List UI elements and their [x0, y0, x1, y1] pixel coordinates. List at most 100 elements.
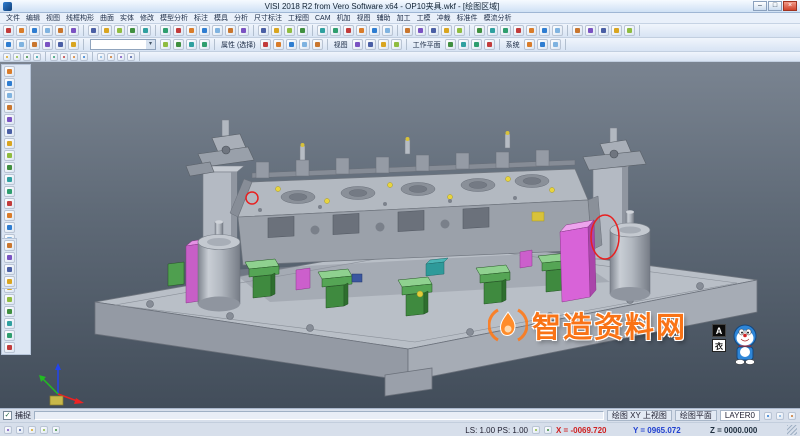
toolbar-icon[interactable] [537, 39, 548, 50]
toolbar-icon[interactable] [160, 39, 171, 50]
menu-item[interactable]: 视图 [43, 13, 63, 23]
toolbar-icon[interactable] [42, 25, 53, 36]
close-button[interactable]: × [783, 1, 797, 11]
toolbar-icon[interactable] [471, 39, 482, 50]
toolbar-icon[interactable] [4, 138, 15, 149]
toolbar-icon[interactable] [50, 53, 58, 61]
toolbar-icon[interactable] [458, 39, 469, 50]
toolbar-icon[interactable] [4, 174, 15, 185]
toolbar-icon[interactable] [764, 412, 772, 420]
menu-item[interactable]: 线框构形 [63, 13, 97, 23]
toolbar-icon[interactable] [42, 39, 53, 50]
toolbar-icon[interactable] [4, 264, 15, 275]
toolbar-icon[interactable] [140, 25, 151, 36]
toolbar-icon[interactable] [186, 25, 197, 36]
toolbar-icon[interactable] [624, 25, 635, 36]
toolbar-icon[interactable] [415, 25, 426, 36]
toolbar-icon[interactable] [428, 25, 439, 36]
toolbar-icon[interactable] [441, 25, 452, 36]
menu-item[interactable]: 辅助 [374, 13, 394, 23]
toolbar-icon[interactable] [297, 25, 308, 36]
toolbar-icon[interactable] [544, 426, 552, 434]
menu-item[interactable]: 标注 [191, 13, 211, 23]
helper-button-cloth[interactable]: 衣 [712, 339, 726, 352]
toolbar-icon[interactable] [317, 25, 328, 36]
toolbar-icon[interactable] [4, 66, 15, 77]
toolbar-icon[interactable] [284, 25, 295, 36]
toolbar-icon[interactable] [312, 39, 323, 50]
toolbar-icon[interactable] [550, 39, 561, 50]
toolbar-icon[interactable] [101, 25, 112, 36]
menu-item[interactable]: 机加 [334, 13, 354, 23]
toolbar-icon[interactable] [454, 25, 465, 36]
menu-item[interactable]: 工模 [414, 13, 434, 23]
toolbar-icon[interactable] [70, 53, 78, 61]
toolbar-icon[interactable] [4, 240, 15, 251]
toolbar-icon[interactable] [127, 25, 138, 36]
toolbar-icon[interactable] [199, 39, 210, 50]
toolbar-icon[interactable] [500, 25, 511, 36]
menu-item[interactable]: 视图 [354, 13, 374, 23]
toolbar-icon[interactable] [271, 25, 282, 36]
toolbar-icon[interactable] [585, 25, 596, 36]
toolbar-icon[interactable] [611, 25, 622, 36]
menu-item[interactable]: 标准件 [454, 13, 481, 23]
toolbar-icon[interactable] [4, 102, 15, 113]
viewport-3d[interactable]: 智造资料网 A 衣 [0, 62, 800, 408]
toolbar-icon[interactable] [107, 53, 115, 61]
workplane-button[interactable]: 绘图平面 [675, 410, 717, 421]
toolbar-icon[interactable] [3, 39, 14, 50]
toolbar-icon[interactable] [365, 39, 376, 50]
toolbar-icon[interactable] [4, 78, 15, 89]
toolbar-icon[interactable] [4, 342, 15, 353]
toolbar-icon[interactable] [4, 294, 15, 305]
menu-item[interactable]: 分析 [231, 13, 251, 23]
viewport-3d-model[interactable] [0, 62, 800, 408]
toolbar-icon[interactable] [532, 426, 540, 434]
toolbar-icon[interactable] [299, 39, 310, 50]
toolbar-icon[interactable] [114, 25, 125, 36]
toolbar-icon[interactable] [4, 276, 15, 287]
toolbar-icon[interactable] [526, 25, 537, 36]
toolbar-icon[interactable] [484, 39, 495, 50]
toolbar-icon[interactable] [378, 39, 389, 50]
toolbar-icon[interactable] [28, 426, 36, 434]
toolbar-icon[interactable] [539, 25, 550, 36]
toolbar-icon[interactable] [88, 25, 99, 36]
toolbar-icon[interactable] [391, 39, 402, 50]
toolbar-icon[interactable] [97, 53, 105, 61]
menu-item[interactable]: 工程图 [285, 13, 312, 23]
helper-mascot[interactable]: A 衣 [712, 324, 768, 372]
toolbar-icon[interactable] [776, 412, 784, 420]
menu-item[interactable]: CAM [312, 15, 334, 22]
toolbar-icon[interactable] [212, 25, 223, 36]
toolbar-icon[interactable] [29, 25, 40, 36]
toolbar-icon[interactable] [4, 222, 15, 233]
toolbar-icon[interactable] [33, 53, 41, 61]
toolbar-icon[interactable] [68, 25, 79, 36]
maximize-button[interactable]: □ [768, 1, 782, 11]
toolbar-icon[interactable] [160, 25, 171, 36]
menu-item[interactable]: 文件 [3, 13, 23, 23]
helper-button-a[interactable]: A [712, 324, 726, 337]
toolbar-icon[interactable] [4, 126, 15, 137]
toolbar-icon[interactable] [4, 318, 15, 329]
toolbar-icon[interactable] [445, 39, 456, 50]
toolbar-icon[interactable] [788, 412, 796, 420]
toolbar-icon[interactable] [487, 25, 498, 36]
toolbar-icon[interactable] [238, 25, 249, 36]
toolbar-icon[interactable] [474, 25, 485, 36]
toolbar-icon[interactable] [225, 25, 236, 36]
toolbar-icon[interactable] [199, 25, 210, 36]
minimize-button[interactable]: – [753, 1, 767, 11]
toolbar-icon[interactable] [4, 252, 15, 263]
toolbar-icon[interactable] [173, 39, 184, 50]
toolbar-icon[interactable] [186, 39, 197, 50]
toolbar-icon[interactable] [173, 25, 184, 36]
toolbar-icon[interactable] [40, 426, 48, 434]
toolbar-icon[interactable] [16, 39, 27, 50]
toolbar-icon[interactable] [80, 53, 88, 61]
toolbar-icon[interactable] [369, 25, 380, 36]
toolbar-icon[interactable] [260, 39, 271, 50]
menu-item[interactable]: 冲裁 [434, 13, 454, 23]
